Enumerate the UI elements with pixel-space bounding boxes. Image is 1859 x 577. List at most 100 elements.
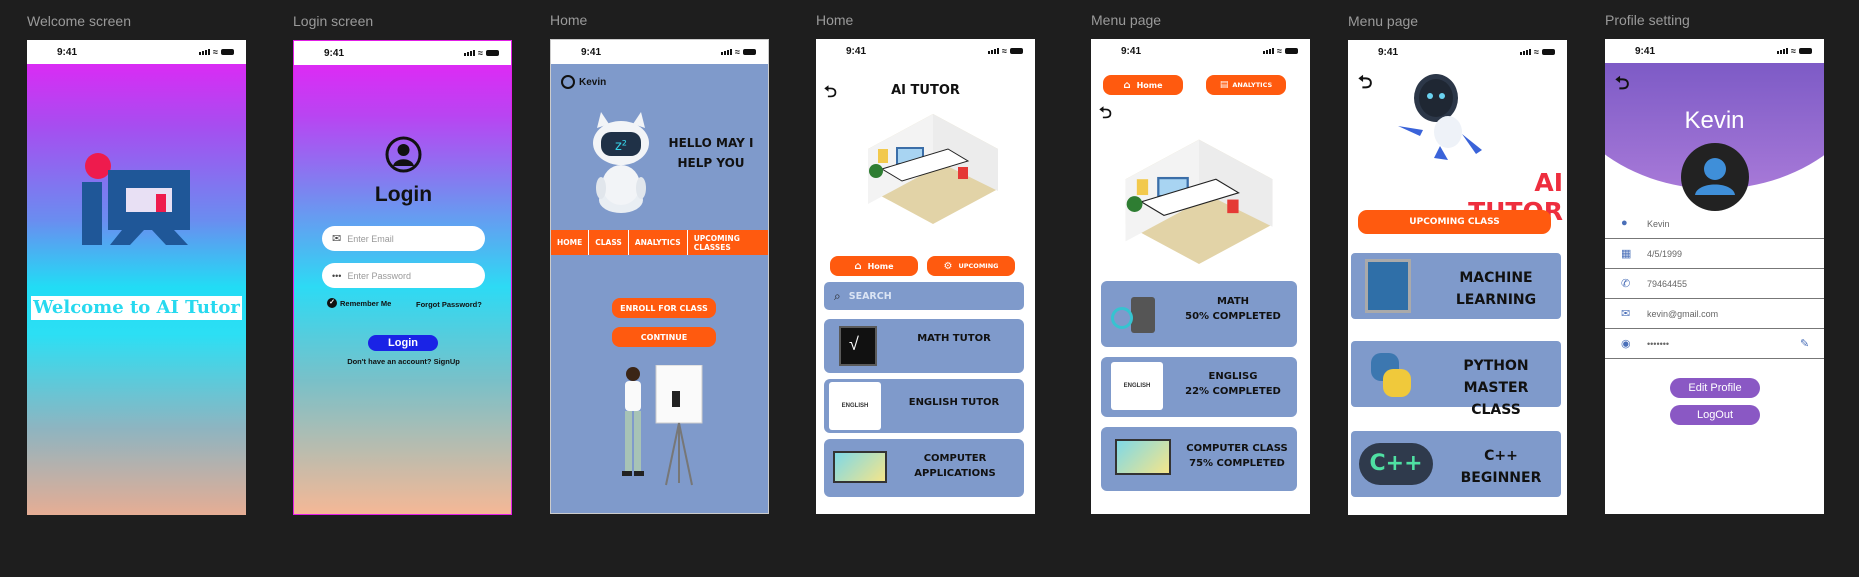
user-header[interactable]: Kevin	[561, 75, 606, 89]
home-screen-2: 9:41 ≈ ⮌ AI TUTOR ⌂ Home ⚙ UPCOMING ⌕ SEAR…	[816, 39, 1035, 514]
signup-link[interactable]: Don't have an account? SignUp	[294, 357, 511, 366]
progress-subject: COMPUTER CLASS	[1186, 443, 1288, 454]
progress-text-english: ENGLISG 22% COMPLETED	[1173, 369, 1293, 399]
home-button[interactable]: ⌂ Home	[830, 256, 918, 276]
course-card-english[interactable]: ENGLISH ENGLISH TUTOR	[824, 379, 1024, 433]
name-value: Kevin	[1647, 219, 1670, 229]
progress-card-computer[interactable]: COMPUTER CLASS 75% COMPLETED	[1101, 427, 1297, 491]
class-title-line-1: MACHINE	[1459, 270, 1533, 286]
cpp-logo-icon: C++	[1359, 443, 1433, 485]
frame-label-profile: Profile setting	[1605, 12, 1690, 28]
progress-subject: MATH	[1216, 296, 1250, 307]
home-icon: ⌂	[1123, 79, 1131, 91]
class-title-line-2: LEARNING	[1455, 292, 1537, 308]
dob-value: 4/5/1999	[1647, 249, 1683, 259]
status-bar: 9:41 ≈	[816, 39, 1035, 63]
class-title-line-1: C++	[1484, 448, 1518, 464]
home-button-label: Home	[1136, 80, 1163, 90]
top-nav: HOME CLASS ANALYTICS UPCOMING CLASSES	[551, 230, 768, 255]
password-field[interactable]: ••• Enter Password	[322, 263, 485, 288]
home-button-label: Home	[867, 261, 894, 271]
menu-screen-2: 9:41 ≈ ⮌ AI TUTOR UPCOMING CLASS MACHINE…	[1348, 40, 1567, 515]
dob-field[interactable]: ▦ 4/5/1999	[1605, 239, 1824, 269]
progress-status: 22% COMPLETED	[1185, 386, 1281, 397]
class-card-cpp[interactable]: C++ C++ BEGINNER	[1351, 431, 1561, 497]
english-doodle-icon: ENGLISH	[829, 382, 881, 430]
vending-machine-icon	[1365, 259, 1411, 313]
user-avatar-icon	[385, 136, 422, 173]
password-field[interactable]: ◉ ••••••• ✎	[1605, 329, 1824, 359]
name-field[interactable]: ● Kevin	[1605, 209, 1824, 239]
monitor-icon	[833, 451, 887, 483]
user-icon	[561, 75, 575, 89]
analytics-icon: ▤	[1219, 80, 1229, 90]
upcoming-class-button[interactable]: UPCOMING CLASS	[1358, 210, 1551, 234]
class-title-line-1: PYTHON MASTER	[1463, 358, 1529, 396]
class-card-machine-learning[interactable]: MACHINE LEARNING	[1351, 253, 1561, 319]
phone-field[interactable]: ✆ 79464455	[1605, 269, 1824, 299]
status-icons: ≈	[1777, 46, 1812, 56]
person-icon: ●	[1621, 217, 1628, 229]
phone-value: 79464455	[1647, 279, 1688, 289]
back-arrow-icon[interactable]: ⮌	[1099, 102, 1112, 129]
enroll-button[interactable]: ENROLL FOR CLASS	[612, 298, 716, 318]
progress-card-english[interactable]: ENGLISH ENGLISG 22% COMPLETED	[1101, 357, 1297, 417]
profile-screen: 9:41 ≈ ⮌ Kevin ● Kevin ▦ 4/5/1999 ✆ 7946445…	[1605, 39, 1824, 514]
email-field[interactable]: ✉ Enter Email	[322, 226, 485, 251]
email-value: kevin@gmail.com	[1647, 309, 1719, 319]
nav-home[interactable]: HOME	[551, 230, 590, 255]
greeting-line-2: HELP YOU	[677, 156, 745, 170]
progress-status: 50% COMPLETED	[1185, 311, 1281, 322]
status-icons: ≈	[1520, 47, 1555, 57]
progress-text-computer: COMPUTER CLASS 75% COMPLETED	[1181, 441, 1293, 471]
menu-screen-1: 9:41 ≈ ⌂ Home ▤ ANALYTICS ⮌ MATH 50% COMPL…	[1091, 39, 1310, 514]
status-icons: ≈	[721, 47, 756, 57]
nav-upcoming-classes[interactable]: UPCOMING CLASSES	[688, 230, 768, 255]
status-time: 9:41	[1635, 45, 1656, 57]
course-title-line-1: COMPUTER	[923, 453, 987, 464]
robot-mascot-icon: z²	[593, 112, 649, 213]
login-button[interactable]: Login	[368, 335, 438, 351]
math-chalkboard-icon: √	[839, 326, 877, 366]
monitor-icon	[1115, 439, 1171, 475]
remember-me-checkbox[interactable]: ✓ Remember Me	[327, 298, 391, 308]
password-value: •••••••	[1647, 339, 1670, 349]
status-bar: 9:41 ≈	[1605, 39, 1824, 63]
user-name: Kevin	[579, 76, 607, 88]
greeting-line-1: HELLO MAY I	[668, 136, 754, 150]
home-button[interactable]: ⌂ Home	[1103, 75, 1183, 95]
home-screen-1: 9:41 ≈ Kevin z² HELLO MAY I HELP YOU HOM…	[550, 39, 769, 514]
nav-analytics[interactable]: ANALYTICS	[629, 230, 688, 255]
logout-button[interactable]: LogOut	[1670, 405, 1760, 425]
status-time: 9:41	[57, 46, 78, 58]
status-time: 9:41	[324, 47, 345, 59]
nav-class[interactable]: CLASS	[589, 230, 629, 255]
back-arrow-icon[interactable]: ⮌	[1358, 70, 1372, 100]
edit-icon[interactable]: ✎	[1800, 337, 1809, 350]
continue-button[interactable]: CONTINUE	[612, 327, 716, 347]
login-heading: Login	[374, 183, 433, 206]
course-card-math[interactable]: √ MATH TUTOR	[824, 319, 1024, 373]
eye-icon[interactable]: ◉	[1621, 337, 1631, 350]
profile-avatar-icon[interactable]	[1681, 143, 1749, 211]
status-time: 9:41	[1121, 45, 1142, 57]
english-doodle-icon: ENGLISH	[1111, 362, 1163, 410]
greeting-text: HELLO MAY I HELP YOU	[661, 133, 761, 173]
progress-status: 75% COMPLETED	[1189, 458, 1285, 469]
forgot-password-link[interactable]: Forgot Password?	[416, 300, 482, 309]
edit-profile-button[interactable]: Edit Profile	[1670, 378, 1760, 398]
frame-label-login: Login screen	[293, 13, 374, 29]
course-card-computer[interactable]: COMPUTER APPLICATIONS	[824, 439, 1024, 497]
back-arrow-icon[interactable]: ⮌	[1615, 71, 1629, 101]
progress-card-math[interactable]: MATH 50% COMPLETED	[1101, 281, 1297, 347]
search-input[interactable]: ⌕ SEARCH	[824, 282, 1024, 310]
status-time: 9:41	[846, 45, 867, 57]
status-icons: ≈	[988, 46, 1023, 56]
calendar-icon: ▦	[1621, 248, 1632, 260]
frame-label-home1: Home	[550, 12, 588, 28]
class-card-python[interactable]: PYTHON MASTER CLASS	[1351, 341, 1561, 418]
analytics-button[interactable]: ▤ ANALYTICS	[1206, 75, 1286, 95]
email-field[interactable]: ✉ kevin@gmail.com	[1605, 299, 1824, 329]
upcoming-button[interactable]: ⚙ UPCOMING	[927, 256, 1015, 276]
class-title-line-2: BEGINNER	[1460, 470, 1542, 486]
